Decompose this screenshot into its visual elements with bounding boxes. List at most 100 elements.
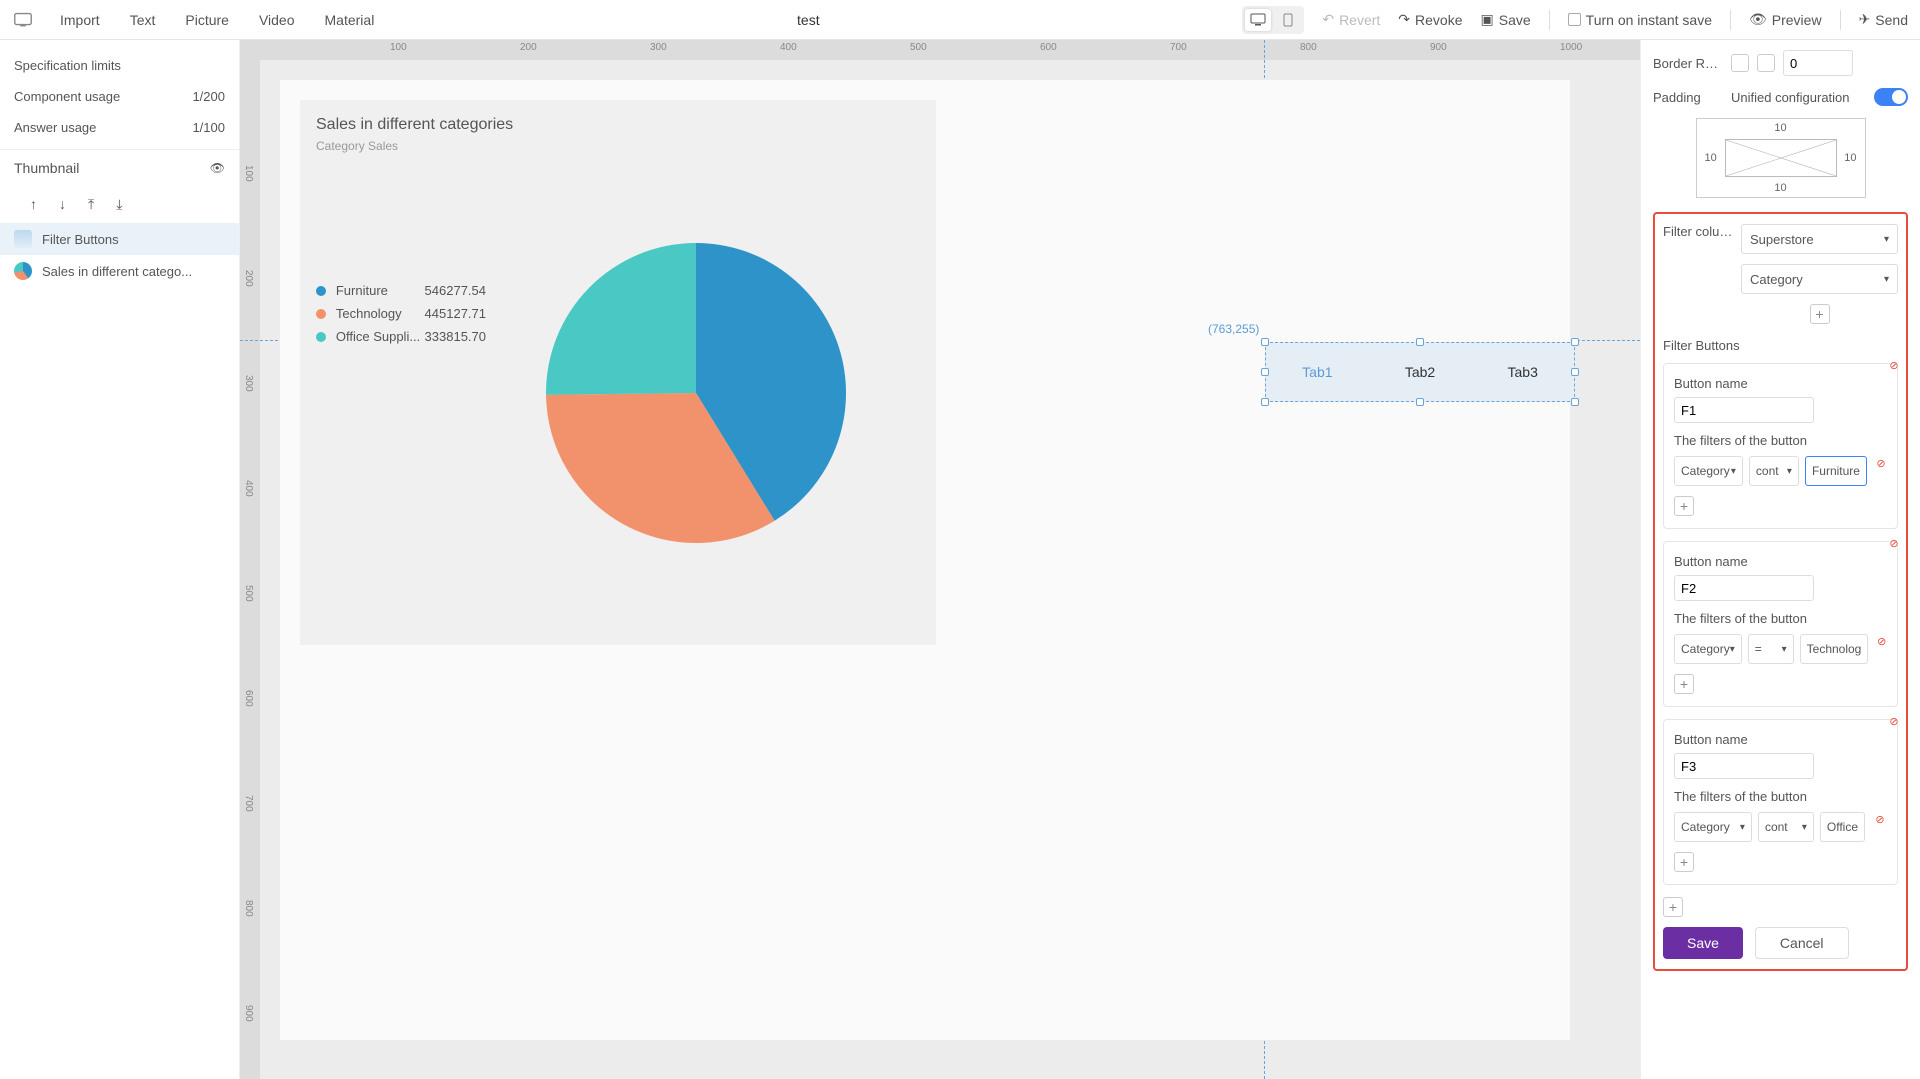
menu-import[interactable]: Import [60, 12, 100, 28]
legend-value: 546277.54 [425, 283, 486, 298]
button-name-input[interactable] [1674, 575, 1814, 601]
padding-label: Padding [1653, 90, 1723, 105]
filter-operator-select[interactable]: cont▾ [1749, 456, 1799, 486]
resize-handle-e[interactable] [1571, 368, 1579, 376]
filter-tabs-widget[interactable]: Tab1 Tab2 Tab3 [1265, 342, 1575, 402]
send-button[interactable]: ✈Send [1859, 11, 1908, 28]
add-filter-button[interactable]: + [1663, 897, 1683, 917]
artboard[interactable]: Sales in different categories Category S… [280, 80, 1570, 1040]
filter-operator-select[interactable]: cont▾ [1758, 812, 1814, 842]
padding-top-value[interactable]: 10 [1774, 122, 1786, 134]
move-top-icon[interactable]: ⤒ [88, 196, 94, 213]
align-toolbar: ↑ ↓ ⤒ ⤓ [0, 186, 239, 223]
legend-swatch [316, 332, 326, 342]
add-condition-button[interactable]: + [1674, 674, 1694, 694]
filter-column-label: Filter colum... [1663, 224, 1733, 239]
delete-condition-icon[interactable]: ⊘ [1873, 812, 1887, 826]
app-logo-icon [12, 9, 34, 31]
tab-3[interactable]: Tab3 [1471, 343, 1574, 401]
delete-filter-icon[interactable]: ⊘ [1887, 714, 1901, 728]
resize-handle-w[interactable] [1261, 368, 1269, 376]
padding-row: Padding Unified configuration [1653, 88, 1908, 106]
filter-value-input[interactable]: Technolog [1800, 634, 1869, 664]
resize-handle-nw[interactable] [1261, 338, 1269, 346]
top-toolbar: Import Text Picture Video Material test … [0, 0, 1920, 40]
datasource-select[interactable]: Superstore▾ [1741, 224, 1898, 254]
padding-right-value[interactable]: 10 [1844, 152, 1856, 164]
delete-filter-icon[interactable]: ⊘ [1887, 358, 1901, 372]
menu-material[interactable]: Material [325, 12, 375, 28]
filter-column-select[interactable]: Category▾ [1674, 456, 1743, 486]
field-select[interactable]: Category▾ [1741, 264, 1898, 294]
selection-coords: (763,255) [1208, 322, 1259, 336]
device-desktop-button[interactable] [1245, 9, 1271, 31]
radius-uniform-icon[interactable] [1731, 54, 1749, 72]
button-name-input[interactable] [1674, 753, 1814, 779]
delete-condition-icon[interactable]: ⊘ [1876, 634, 1887, 648]
button-name-input[interactable] [1674, 397, 1814, 423]
radius-separate-icon[interactable] [1757, 54, 1775, 72]
save-button[interactable]: ▣Save [1481, 11, 1531, 28]
menu-video[interactable]: Video [259, 12, 295, 28]
delete-filter-icon[interactable]: ⊘ [1887, 536, 1901, 550]
layer-filter-buttons[interactable]: Filter Buttons [0, 223, 239, 255]
cancel-filters-button[interactable]: Cancel [1755, 927, 1849, 959]
save-filters-button[interactable]: Save [1663, 927, 1743, 959]
device-mobile-button[interactable] [1275, 9, 1301, 31]
resize-handle-n[interactable] [1416, 338, 1424, 346]
preview-button[interactable]: 👁Preview [1749, 11, 1822, 28]
resize-handle-s[interactable] [1416, 398, 1424, 406]
move-bottom-icon[interactable]: ⤓ [116, 196, 122, 213]
canvas-area: 1002003004005006007008009001000110012001… [240, 40, 1640, 1079]
revoke-button[interactable]: ↷Revoke [1398, 11, 1462, 28]
pie-chart-icon [14, 262, 32, 280]
checkbox-icon [1568, 13, 1581, 26]
chart-card[interactable]: Sales in different categories Category S… [300, 100, 936, 645]
redo-icon: ↷ [1398, 11, 1410, 28]
border-radius-row: Border Radi... [1653, 50, 1908, 76]
chevron-down-icon: ▾ [1782, 644, 1787, 655]
chart-subtitle: Category Sales [316, 139, 920, 153]
filter-operator-select[interactable]: =▾ [1748, 634, 1794, 664]
component-icon [14, 230, 32, 248]
delete-condition-icon[interactable]: ⊘ [1875, 456, 1887, 470]
layer-chart[interactable]: Sales in different catego... [0, 255, 239, 287]
chart-legend: Furniture546277.54Technology445127.71Off… [316, 283, 486, 352]
spec-limits-row: Specification limits [0, 50, 239, 81]
undo-icon: ↶ [1322, 11, 1334, 28]
answer-usage-row: Answer usage1/100 [0, 112, 239, 143]
unified-config-toggle[interactable] [1874, 88, 1908, 106]
resize-handle-ne[interactable] [1571, 338, 1579, 346]
add-condition-button[interactable]: + [1674, 496, 1694, 516]
border-radius-input[interactable] [1783, 50, 1853, 76]
menu-picture[interactable]: Picture [185, 12, 229, 28]
padding-left-value[interactable]: 10 [1705, 152, 1717, 164]
chevron-down-icon: ▾ [1787, 466, 1792, 477]
eye-icon: 👁 [1749, 11, 1767, 28]
filter-column-select[interactable]: Category▾ [1674, 634, 1742, 664]
filter-value-input[interactable]: Office [1820, 812, 1865, 842]
chevron-down-icon: ▾ [1884, 234, 1889, 245]
filter-column-select[interactable]: Category▾ [1674, 812, 1752, 842]
unified-config-label: Unified configuration [1731, 90, 1866, 105]
instant-save-toggle[interactable]: Turn on instant save [1568, 12, 1712, 28]
ruler-corner [240, 40, 260, 60]
chevron-down-icon: ▾ [1884, 274, 1889, 285]
resize-handle-se[interactable] [1571, 398, 1579, 406]
tab-1[interactable]: Tab1 [1266, 343, 1369, 401]
legend-item: Furniture546277.54 [316, 283, 486, 298]
left-panel: Specification limits Component usage1/20… [0, 40, 240, 1079]
filter-value-input[interactable]: Furniture [1805, 456, 1867, 486]
tab-2[interactable]: Tab2 [1369, 343, 1472, 401]
padding-bottom-value[interactable]: 10 [1774, 182, 1786, 194]
move-down-icon[interactable]: ↓ [59, 196, 66, 213]
add-condition-button[interactable]: + [1674, 852, 1694, 872]
resize-handle-sw[interactable] [1261, 398, 1269, 406]
filter-config-section: Filter colum... Superstore▾ Category▾ + … [1653, 212, 1908, 971]
revert-button[interactable]: ↶Revert [1322, 11, 1380, 28]
main-menu: Import Text Picture Video Material [60, 12, 374, 28]
add-column-button[interactable]: + [1810, 304, 1830, 324]
move-up-icon[interactable]: ↑ [30, 196, 37, 213]
menu-text[interactable]: Text [130, 12, 156, 28]
thumbnail-section[interactable]: Thumbnail👁 [0, 149, 239, 186]
